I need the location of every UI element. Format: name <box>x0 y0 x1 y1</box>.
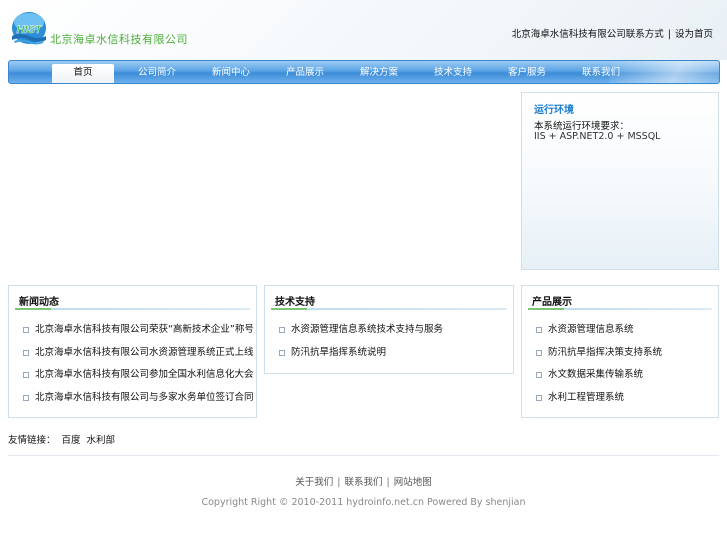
separator: | <box>667 29 671 40</box>
service-requirement-value: IIS + ASP.NET2.0 + MSSQL <box>534 131 661 142</box>
nav-item-home[interactable]: 首页 <box>52 64 114 83</box>
list-item[interactable]: 北京海卓水信科技有限公司水资源管理系统正式上线 <box>23 347 254 370</box>
list-item[interactable]: 北京海卓水信科技有限公司荣获“高新技术企业”称号 <box>23 324 254 347</box>
top-links: 北京海卓水信科技有限公司联系方式 | 设为首页 <box>512 26 713 40</box>
panel-title: 新闻动态 <box>19 297 59 308</box>
footer-divider <box>8 455 719 456</box>
footer-contact-link[interactable]: 联系我们 <box>344 477 382 488</box>
nav-item-news[interactable]: 新闻中心 <box>200 64 262 83</box>
company-logo[interactable]: HIST <box>10 10 48 50</box>
footer-sitemap-link[interactable]: 网站地图 <box>394 477 432 488</box>
banner-area <box>8 92 516 270</box>
news-panel: 新闻动态 北京海卓水信科技有限公司荣获“高新技术企业”称号 北京海卓水信科技有限… <box>8 285 257 418</box>
panel-divider <box>528 308 712 310</box>
friend-link[interactable]: 百度 <box>62 435 81 446</box>
list-item[interactable]: 防汛抗旱指挥决策支持系统 <box>536 347 662 370</box>
panel-title: 产品展示 <box>532 297 572 308</box>
separator: | <box>337 477 341 488</box>
panel-divider <box>271 308 507 310</box>
panel-divider <box>15 308 250 310</box>
products-list: 水资源管理信息系统 防汛抗旱指挥决策支持系统 水文数据采集传输系统 水利工程管理… <box>536 324 662 414</box>
svg-text:HIST: HIST <box>16 24 42 36</box>
footer-about-link[interactable]: 关于我们 <box>295 477 333 488</box>
list-item[interactable]: 水文数据采集传输系统 <box>536 369 662 392</box>
list-item[interactable]: 水利工程管理系统 <box>536 392 662 415</box>
support-panel: 技术支持 水资源管理信息系统技术支持与服务 防汛抗旱指挥系统说明 <box>264 285 514 374</box>
logo-icon: HIST <box>12 12 46 45</box>
list-item[interactable]: 北京海卓水信科技有限公司与多家水务单位签订合同 <box>23 392 254 415</box>
nav-item-solutions[interactable]: 解决方案 <box>348 64 410 83</box>
friend-links: 友情链接： 百度 水利部 <box>8 432 115 446</box>
footer-links: 关于我们 | 联系我们 | 网站地图 <box>0 474 727 488</box>
panel-title: 技术支持 <box>275 297 315 308</box>
set-homepage-link[interactable]: 设为首页 <box>675 29 713 40</box>
nav-item-products[interactable]: 产品展示 <box>274 64 336 83</box>
news-list: 北京海卓水信科技有限公司荣获“高新技术企业”称号 北京海卓水信科技有限公司水资源… <box>23 324 254 414</box>
service-title[interactable]: 运行环境 <box>534 101 574 116</box>
nav-item-service[interactable]: 客户服务 <box>496 64 558 83</box>
list-item[interactable]: 水资源管理信息系统 <box>536 324 662 347</box>
runtime-environment-box: 运行环境 本系统运行环境要求： IIS + ASP.NET2.0 + MSSQL <box>521 92 719 270</box>
list-item[interactable]: 水资源管理信息系统技术支持与服务 <box>279 324 443 347</box>
support-list: 水资源管理信息系统技术支持与服务 防汛抗旱指挥系统说明 <box>279 324 443 369</box>
company-name: 北京海卓水信科技有限公司 <box>50 33 188 46</box>
nav-item-support[interactable]: 技术支持 <box>422 64 484 83</box>
friend-links-label: 友情链接： <box>8 435 56 446</box>
contact-link[interactable]: 北京海卓水信科技有限公司联系方式 <box>512 29 664 40</box>
friend-link[interactable]: 水利部 <box>87 435 116 446</box>
products-panel: 产品展示 水资源管理信息系统 防汛抗旱指挥决策支持系统 水文数据采集传输系统 水… <box>521 285 719 418</box>
nav-item-about[interactable]: 公司简介 <box>126 64 188 83</box>
nav-item-contact[interactable]: 联系我们 <box>570 64 632 83</box>
main-navbar: 首页 公司简介 新闻中心 产品展示 解决方案 技术支持 客户服务 联系我们 <box>8 60 720 84</box>
service-requirement-label: 本系统运行环境要求： <box>534 121 630 132</box>
list-item[interactable]: 防汛抗旱指挥系统说明 <box>279 347 443 370</box>
separator: | <box>386 477 390 488</box>
list-item[interactable]: 北京海卓水信科技有限公司参加全国水利信息化大会 <box>23 369 254 392</box>
copyright-text: Copyright Right © 2010-2011 hydroinfo.ne… <box>201 497 526 508</box>
